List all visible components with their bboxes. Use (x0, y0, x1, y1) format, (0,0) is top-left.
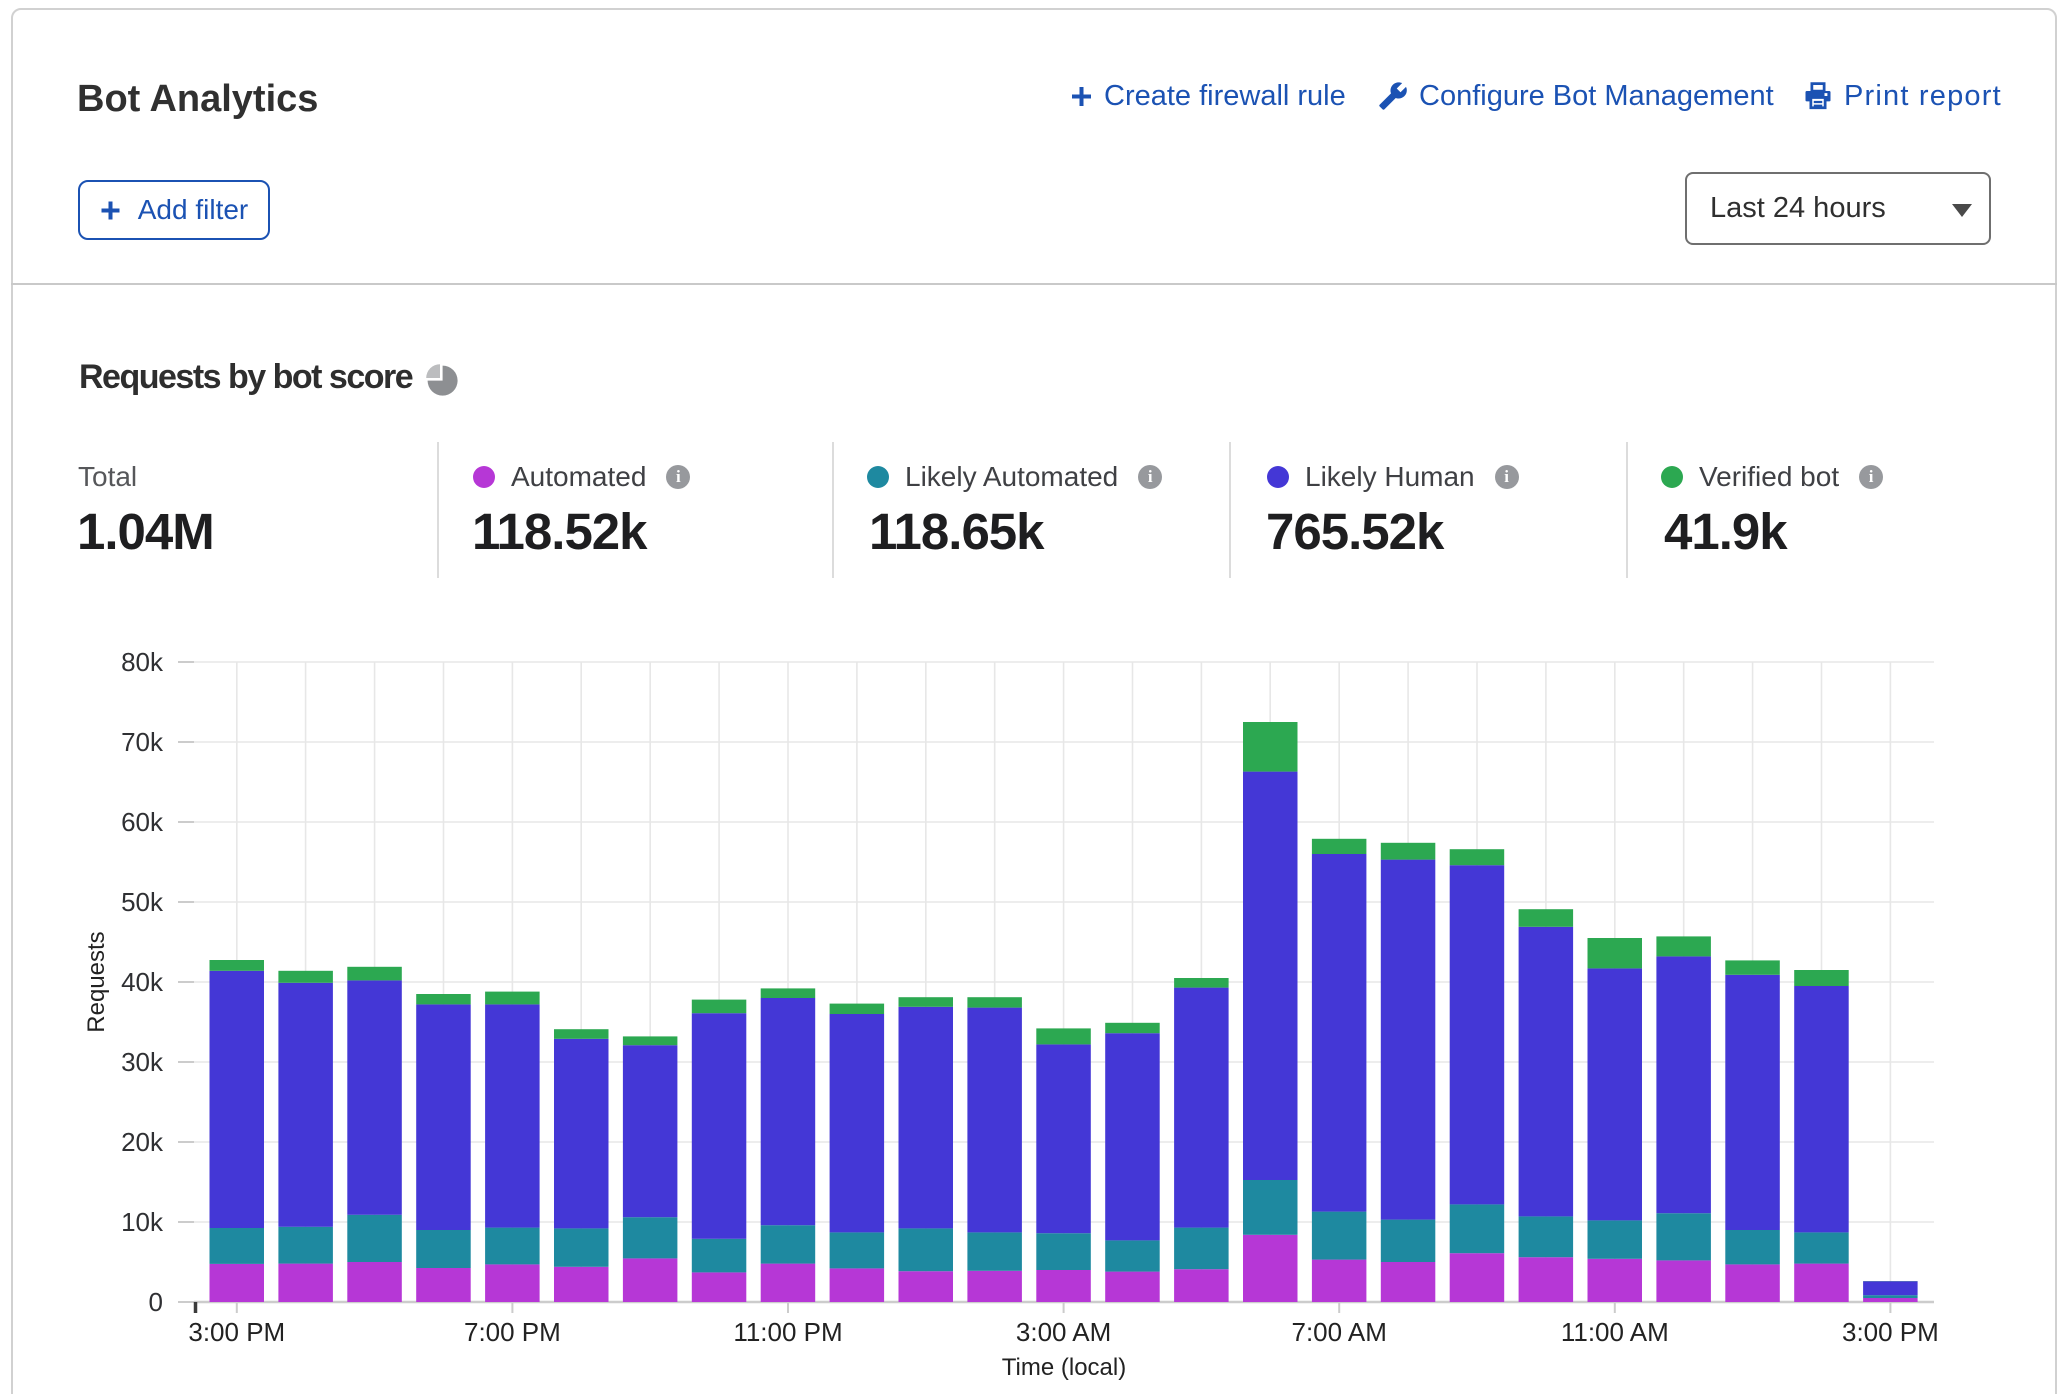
svg-text:11:00 AM: 11:00 AM (1561, 1317, 1669, 1347)
svg-text:7:00 PM: 7:00 PM (464, 1317, 561, 1347)
svg-text:60k: 60k (121, 807, 164, 837)
svg-text:80k: 80k (121, 647, 164, 677)
svg-text:40k: 40k (121, 967, 164, 997)
svg-text:0: 0 (149, 1287, 163, 1317)
svg-text:3:00 PM: 3:00 PM (188, 1317, 285, 1347)
svg-text:70k: 70k (121, 727, 164, 757)
svg-text:11:00 PM: 11:00 PM (733, 1317, 842, 1347)
svg-text:20k: 20k (121, 1127, 164, 1157)
svg-text:3:00 AM: 3:00 AM (1016, 1317, 1111, 1347)
svg-text:7:00 AM: 7:00 AM (1291, 1317, 1386, 1347)
svg-text:3:00 PM: 3:00 PM (1842, 1317, 1939, 1347)
svg-text:30k: 30k (121, 1047, 164, 1077)
svg-text:Requests: Requests (83, 931, 110, 1032)
svg-text:50k: 50k (121, 887, 164, 917)
svg-text:10k: 10k (121, 1207, 164, 1237)
svg-text:Time (local): Time (local) (1002, 1354, 1126, 1381)
